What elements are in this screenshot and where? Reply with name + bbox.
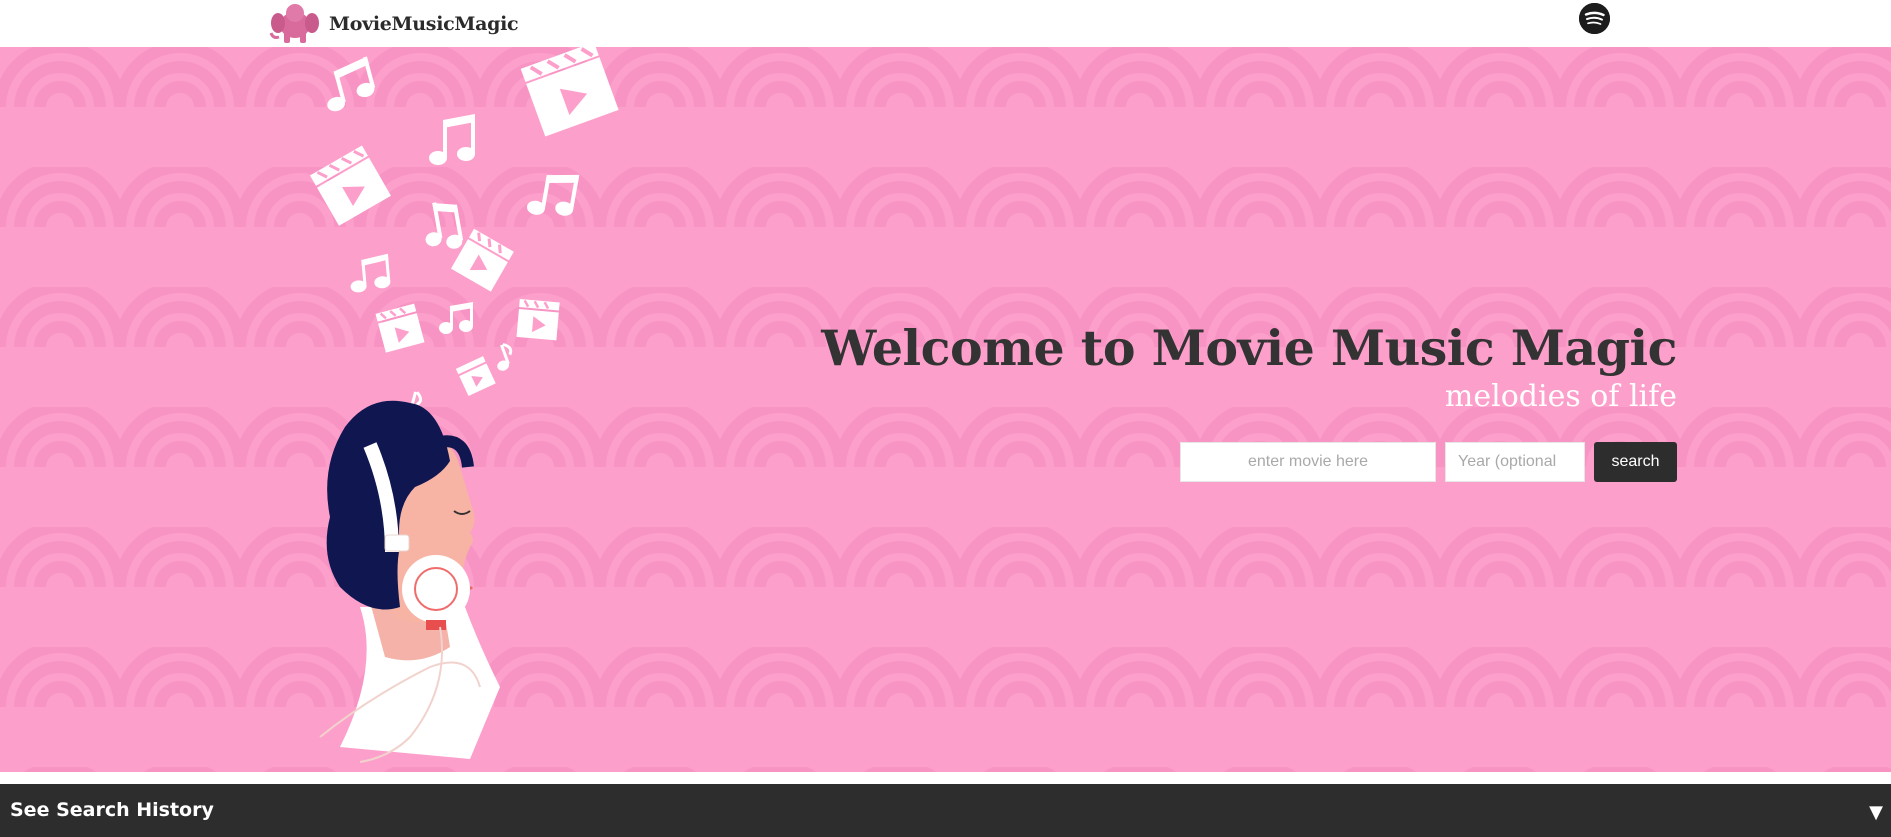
hero-section: Welcome to Movie Music Magic melodies of… xyxy=(0,47,1891,772)
year-input[interactable] xyxy=(1445,442,1585,482)
spotify-link[interactable] xyxy=(1579,3,1610,34)
search-history-toggle[interactable]: See Search History ▼ xyxy=(0,784,1891,837)
movie-search-input[interactable] xyxy=(1180,442,1436,482)
brand-link[interactable]: MovieMusicMagic xyxy=(269,0,519,47)
film-clapboards xyxy=(310,47,619,397)
elephant-logo-icon xyxy=(269,3,319,43)
search-history-label: See Search History xyxy=(10,799,214,821)
person-figure xyxy=(319,400,500,763)
search-button[interactable]: search xyxy=(1594,442,1677,482)
top-nav: MovieMusicMagic xyxy=(0,0,1891,47)
hero-subtitle: melodies of life xyxy=(1444,378,1677,414)
headphones-person-illustration xyxy=(310,47,619,763)
hero-heading-group: Welcome to Movie Music Magic melodies of… xyxy=(821,319,1677,414)
spotify-icon xyxy=(1579,3,1610,34)
movie-search-form: search xyxy=(1180,442,1677,482)
chevron-down-icon[interactable]: ▼ xyxy=(1869,802,1883,823)
hero-title: Welcome to Movie Music Magic xyxy=(821,319,1677,377)
brand-name: MovieMusicMagic xyxy=(329,12,519,35)
